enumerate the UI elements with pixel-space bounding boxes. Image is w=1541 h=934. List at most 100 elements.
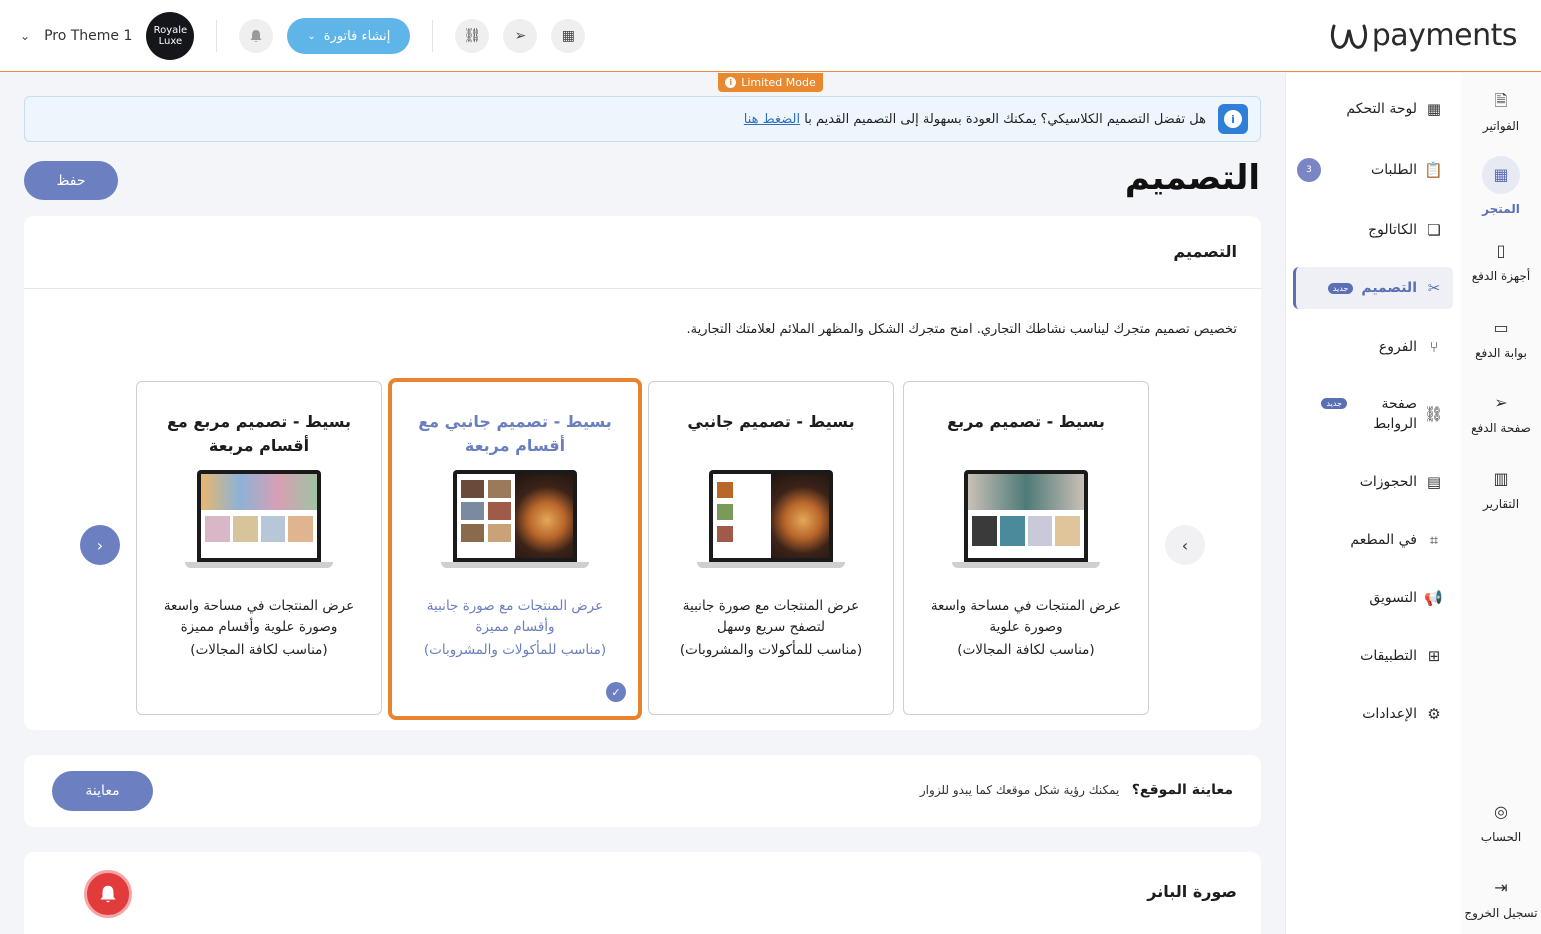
rail-item-label: الحساب [1480, 830, 1522, 844]
rail-item-label: تسجيل الخروج [1464, 906, 1538, 920]
preview-card: معاينة الموقع؟ يمكنك رؤية شكل موقعك كما … [24, 755, 1261, 827]
rail-item-label: المتجر [1482, 202, 1520, 216]
preview-hint: يمكنك رؤية شكل موقعك كما يبدو للزوار [919, 783, 1120, 797]
rail-item-label: بوابة الدفع [1475, 346, 1527, 360]
menu-item-branches[interactable]: ⑂ الفروع [1293, 327, 1453, 367]
preview-label: معاينة الموقع؟ يمكنك رؤية شكل موقعك كما … [920, 782, 1233, 798]
check-icon: ✓ [606, 682, 626, 702]
store-name[interactable]: Pro Theme 1 [44, 28, 132, 44]
rail-item-account[interactable]: ◎ الحساب [1461, 802, 1541, 844]
links-icon: ⛓ [1423, 405, 1443, 423]
rail-item-payment-page[interactable]: ➢ صفحة الدفع [1461, 393, 1541, 435]
menu-item-label: لوحة التحكم [1346, 101, 1417, 117]
menu-item-orders[interactable]: 📋 الطلبات 3 [1293, 150, 1453, 190]
menu-item-marketing[interactable]: 📢 التسويق [1293, 578, 1453, 618]
logout-icon: ⇥ [1494, 878, 1508, 897]
theme-desc-text: عرض المنتجات مع صورة جانبية لتصفح سريع و… [682, 598, 860, 635]
theme-preview-image [185, 470, 333, 568]
dashboard-icon: ▦ [1426, 100, 1442, 118]
theme-card-side-square-sections[interactable]: بسيط - تصميم جانبي مع أقسام مربعة عرض ال… [388, 378, 642, 720]
theme-title: بسيط - تصميم جانبي [687, 412, 855, 431]
theme-card-side[interactable]: بسيط - تصميم جانبي عرض المنتجات مع صورة … [648, 381, 894, 715]
banner-card: صورة البانر [24, 852, 1261, 934]
rail-item-pos-devices[interactable]: ▯ أجهزة الدفع [1461, 241, 1541, 283]
menu-item-label: الطلبات [1371, 162, 1417, 178]
menu-item-restaurant[interactable]: ⌗ في المطعم [1293, 520, 1453, 560]
menu-item-settings[interactable]: ⚙ الإعدادات [1293, 694, 1453, 734]
rail-item-logout[interactable]: ⇥ تسجيل الخروج [1461, 878, 1541, 920]
rail-item-label: صفحة الدفع [1471, 421, 1531, 435]
menu-item-label: التصميم [1361, 280, 1417, 296]
menu-item-links-page[interactable]: ⛓ صفحة الروابط جديد [1293, 389, 1453, 439]
new-badge: جديد [1327, 282, 1354, 294]
design-icon: ✂ [1427, 279, 1441, 297]
theme-card-square[interactable]: بسيط - تصميم مربع عرض المنتجات في مساحة … [903, 381, 1149, 715]
carousel-prev-button[interactable]: › [80, 525, 120, 565]
rail-item-store[interactable]: ▦ المتجر [1461, 156, 1541, 216]
account-icon: ◎ [1494, 802, 1508, 821]
rail-item-gateway[interactable]: ▭ بوابة الدفع [1461, 318, 1541, 360]
notification-bell-icon[interactable] [239, 19, 274, 53]
menu-item-label: صفحة الروابط [1373, 396, 1417, 432]
theme-preview-image [697, 470, 845, 568]
limited-mode-label: Limited Mode [741, 76, 816, 89]
theme-description: عرض المنتجات في مساحة واسعة وصورة علوية … [151, 596, 367, 661]
new-badge: جديد [1321, 397, 1347, 409]
top-bar: payments ⌄ Pro Theme 1 Royale Luxe ⌄ إنش… [0, 0, 1541, 72]
divider [216, 20, 218, 52]
rail-item-invoices[interactable]: 🗎 الفواتير [1461, 91, 1541, 133]
brand-logo[interactable]: payments [1328, 18, 1518, 53]
create-invoice-button[interactable]: ⌄ إنشاء فاتورة [287, 18, 411, 54]
rail-item-label: أجهزة الدفع [1471, 269, 1531, 283]
logo-text: payments [1371, 18, 1518, 53]
pos-device-icon: ▯ [1496, 241, 1506, 260]
notice-link[interactable]: الضغط هنا [744, 112, 800, 127]
reports-icon: ▥ [1493, 469, 1509, 488]
orders-count-badge: 3 [1297, 158, 1321, 182]
store-menu: ▦ لوحة التحكم 📋 الطلبات 3 ❏ الكاتالوج ✂ … [1285, 73, 1461, 934]
limited-mode-badge: i Limited Mode [718, 73, 823, 92]
menu-item-label: الإعدادات [1362, 706, 1417, 722]
theme-desc-text: عرض المنتجات في مساحة واسعة وصورة علوية … [163, 598, 355, 635]
link-icon[interactable]: ⛓ [455, 19, 490, 53]
banner-card-title: صورة البانر [1147, 882, 1237, 901]
notification-bell-icon[interactable] [84, 870, 132, 918]
rail-item-label: التقارير [1482, 497, 1520, 511]
icon-rail: 🗎 الفواتير ▦ المتجر ▯ أجهزة الدفع ▭ بواب… [1461, 73, 1541, 934]
theme-note: (مناسب للمأكولات والمشروبات) [679, 642, 863, 658]
menu-item-apps[interactable]: ⊞ التطبيقات [1293, 636, 1453, 676]
catalog-icon: ❏ [1427, 221, 1441, 239]
logo-mark-icon [1330, 24, 1367, 49]
theme-title: بسيط - تصميم جانبي مع أقسام مربعة [418, 412, 612, 455]
theme-note: (مناسب لكافة المجالات) [957, 642, 1095, 658]
chevron-left-icon: ‹ [1181, 535, 1189, 555]
invoice-icon: 🗎 [1494, 91, 1508, 110]
calendar-icon: ▤ [1426, 473, 1442, 491]
gateway-icon: ▭ [1493, 318, 1509, 337]
store-avatar[interactable]: Royale Luxe [146, 12, 195, 60]
send-icon: ➢ [1494, 393, 1508, 412]
pos-icon[interactable]: ▦ [551, 19, 586, 53]
save-button[interactable]: حفظ [24, 161, 118, 200]
rail-item-reports[interactable]: ▥ التقارير [1461, 469, 1541, 511]
menu-item-label: الحجوزات [1359, 474, 1417, 490]
theme-card-square-sections[interactable]: بسيط - تصميم مربع مع أقسام مربعة عرض الم… [136, 381, 382, 715]
design-card-title: التصميم [1173, 242, 1237, 261]
menu-item-bookings[interactable]: ▤ الحجوزات [1293, 462, 1453, 502]
preview-button[interactable]: معاينة [52, 771, 153, 811]
send-icon[interactable]: ➢ [503, 19, 538, 53]
menu-item-dashboard[interactable]: ▦ لوحة التحكم [1293, 89, 1453, 129]
chevron-down-icon[interactable]: ⌄ [20, 29, 30, 43]
theme-title: بسيط - تصميم مربع [947, 412, 1105, 431]
megaphone-icon: 📢 [1424, 589, 1443, 607]
info-icon: i [1218, 104, 1248, 134]
rail-item-label: الفواتير [1482, 119, 1520, 133]
menu-item-label: التطبيقات [1360, 648, 1417, 664]
divider [432, 20, 434, 52]
menu-item-design[interactable]: ✂ التصميم جديد [1293, 267, 1453, 309]
menu-item-catalog[interactable]: ❏ الكاتالوج [1293, 210, 1453, 250]
menu-item-label: الكاتالوج [1368, 222, 1417, 238]
carousel-next-button[interactable]: ‹ [1165, 525, 1205, 565]
menu-item-label: التسويق [1369, 590, 1417, 606]
theme-desc-text: عرض المنتجات مع صورة جانبية وأقسام مميزة [426, 598, 604, 635]
